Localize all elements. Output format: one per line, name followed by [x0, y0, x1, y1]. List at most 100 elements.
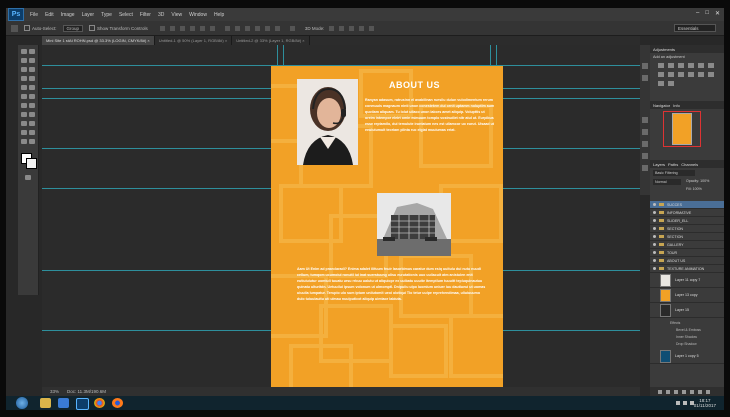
chrome-icon[interactable]	[94, 398, 105, 408]
layer-row[interactable]: SECTION	[650, 225, 724, 233]
3d-roll-icon[interactable]	[339, 25, 345, 31]
3d-scale-icon[interactable]	[369, 25, 375, 31]
layer-row[interactable]: Layer 1 copy 5	[650, 349, 724, 364]
menu-type[interactable]: Type	[101, 12, 112, 18]
3d-slide-icon[interactable]	[359, 25, 365, 31]
opacity-field[interactable]: Opacity: 100%	[686, 179, 709, 183]
distribute-top-icon[interactable]	[224, 25, 230, 31]
paths-tab[interactable]: Paths	[668, 162, 678, 167]
eraser-tool[interactable]	[29, 94, 35, 99]
photo-filter-icon[interactable]	[678, 72, 684, 77]
adjustment-layer-icon[interactable]	[682, 389, 686, 394]
firefox-icon[interactable]	[112, 398, 123, 408]
exposure-icon[interactable]	[688, 63, 694, 68]
healing-tool[interactable]	[29, 76, 35, 81]
move-tool-icon[interactable]	[11, 24, 18, 32]
menu-view[interactable]: View	[171, 12, 182, 18]
volume-icon[interactable]	[683, 401, 687, 405]
zoom-level[interactable]: 33%	[50, 389, 59, 394]
menu-help[interactable]: Help	[214, 12, 224, 18]
channel-mixer-icon[interactable]	[688, 72, 694, 77]
eye-icon[interactable]	[653, 251, 656, 254]
tab-document-3[interactable]: Untitled-2 @ 33% (Layer 1, RGB/8#) ×	[232, 36, 310, 45]
eyedropper-tool[interactable]	[21, 76, 27, 81]
shape-tool[interactable]	[21, 130, 27, 135]
lasso-tool[interactable]	[29, 58, 35, 63]
align-right-icon[interactable]	[209, 25, 215, 31]
layer-row[interactable]: Layer 13 copy	[650, 288, 724, 303]
styles-icon[interactable]	[642, 165, 648, 171]
align-center-icon[interactable]	[199, 25, 205, 31]
layers-tab[interactable]: Layers	[653, 162, 665, 167]
tab-document-active[interactable]: Mini Site 1 stAt ROHN.psd @ 33.3% (LOGIN…	[42, 36, 155, 45]
align-bottom-icon[interactable]	[179, 25, 185, 31]
fx-icon[interactable]	[666, 389, 670, 394]
menu-image[interactable]: Image	[61, 12, 75, 18]
path-select-tool[interactable]	[29, 121, 35, 126]
layer-row[interactable]: ABOUT US	[650, 257, 724, 265]
close-icon[interactable]: ✕	[715, 10, 720, 17]
fill-field[interactable]: Fill: 100%	[686, 187, 702, 191]
auto-select-checkbox[interactable]	[24, 25, 30, 31]
blend-mode-dropdown[interactable]: Normal	[653, 179, 681, 185]
effect-drop-shadow[interactable]: Drop Shadow	[676, 342, 697, 346]
menu-filter[interactable]: Filter	[140, 12, 151, 18]
distribute-left-icon[interactable]	[254, 25, 260, 31]
more-tools[interactable]	[29, 139, 35, 144]
layer-row[interactable]: Layer 15	[650, 303, 724, 318]
distribute-middle-icon[interactable]	[234, 25, 240, 31]
network-icon[interactable]	[676, 401, 680, 405]
new-layer-icon[interactable]	[698, 389, 702, 394]
crop-tool[interactable]	[29, 67, 35, 72]
document-page[interactable]: ABOUT US Ranyan adasum, ratrusinn el ava…	[271, 66, 503, 387]
vibrance-icon[interactable]	[698, 63, 704, 68]
3d-rotate-icon[interactable]	[329, 25, 335, 31]
layer-row[interactable]: INFORMATIVE	[650, 209, 724, 217]
distribute-bottom-icon[interactable]	[244, 25, 250, 31]
eye-icon[interactable]	[653, 267, 656, 270]
taskbar-clock[interactable]: 18:17 01/11/2017	[694, 398, 716, 408]
link-layers-icon[interactable]	[658, 389, 662, 394]
hand-tool[interactable]	[29, 130, 35, 135]
menu-3d[interactable]: 3D	[158, 12, 164, 18]
layer-row[interactable]: TEXTURE ANIMATION	[650, 265, 724, 273]
workspace-switcher[interactable]: Essentials	[674, 24, 716, 32]
layer-filter-dropdown[interactable]: Basic Filtering	[653, 170, 695, 176]
brightness-icon[interactable]	[658, 63, 664, 68]
layer-row[interactable]: GALLERY	[650, 241, 724, 249]
history-brush-tool[interactable]	[21, 94, 27, 99]
marquee-tool[interactable]	[21, 58, 27, 63]
eye-icon[interactable]	[653, 235, 656, 238]
threshold-icon[interactable]	[658, 81, 664, 86]
layer-row[interactable]: SUCCES	[650, 201, 724, 209]
menu-file[interactable]: File	[30, 12, 38, 18]
menu-layer[interactable]: Layer	[82, 12, 95, 18]
paragraph-icon[interactable]	[642, 129, 648, 135]
navigator-view-box[interactable]	[663, 111, 701, 147]
blur-tool[interactable]	[29, 103, 35, 108]
hue-saturation-icon[interactable]	[708, 63, 714, 68]
type-tool[interactable]	[21, 121, 27, 126]
file-explorer-icon[interactable]	[40, 398, 51, 408]
eye-icon[interactable]	[653, 211, 656, 214]
properties-icon[interactable]	[642, 75, 648, 81]
transform-controls-checkbox[interactable]	[89, 25, 96, 31]
auto-align-icon[interactable]	[289, 25, 295, 31]
zoom-tool[interactable]	[21, 139, 27, 144]
posterize-icon[interactable]	[708, 72, 714, 77]
start-button-icon[interactable]	[16, 397, 28, 409]
background-color-swatch[interactable]	[26, 158, 37, 169]
mask-icon[interactable]	[674, 389, 678, 394]
character-icon[interactable]	[642, 117, 648, 123]
effect-inner-shadow[interactable]: Inner Shadow	[676, 335, 697, 339]
menu-select[interactable]: Select	[119, 12, 133, 18]
3d-pan-icon[interactable]	[349, 25, 355, 31]
tab-document-2[interactable]: Untitled-1 @ 50% (Layer 1, RGB/8#) ×	[155, 36, 233, 45]
levels-icon[interactable]	[668, 63, 674, 68]
gradient-tool[interactable]	[21, 103, 27, 108]
new-group-icon[interactable]	[690, 389, 694, 394]
eye-icon[interactable]	[653, 227, 656, 230]
layer-row[interactable]: SECTION	[650, 233, 724, 241]
history-icon[interactable]	[642, 63, 648, 69]
brush-tool[interactable]	[21, 85, 27, 90]
